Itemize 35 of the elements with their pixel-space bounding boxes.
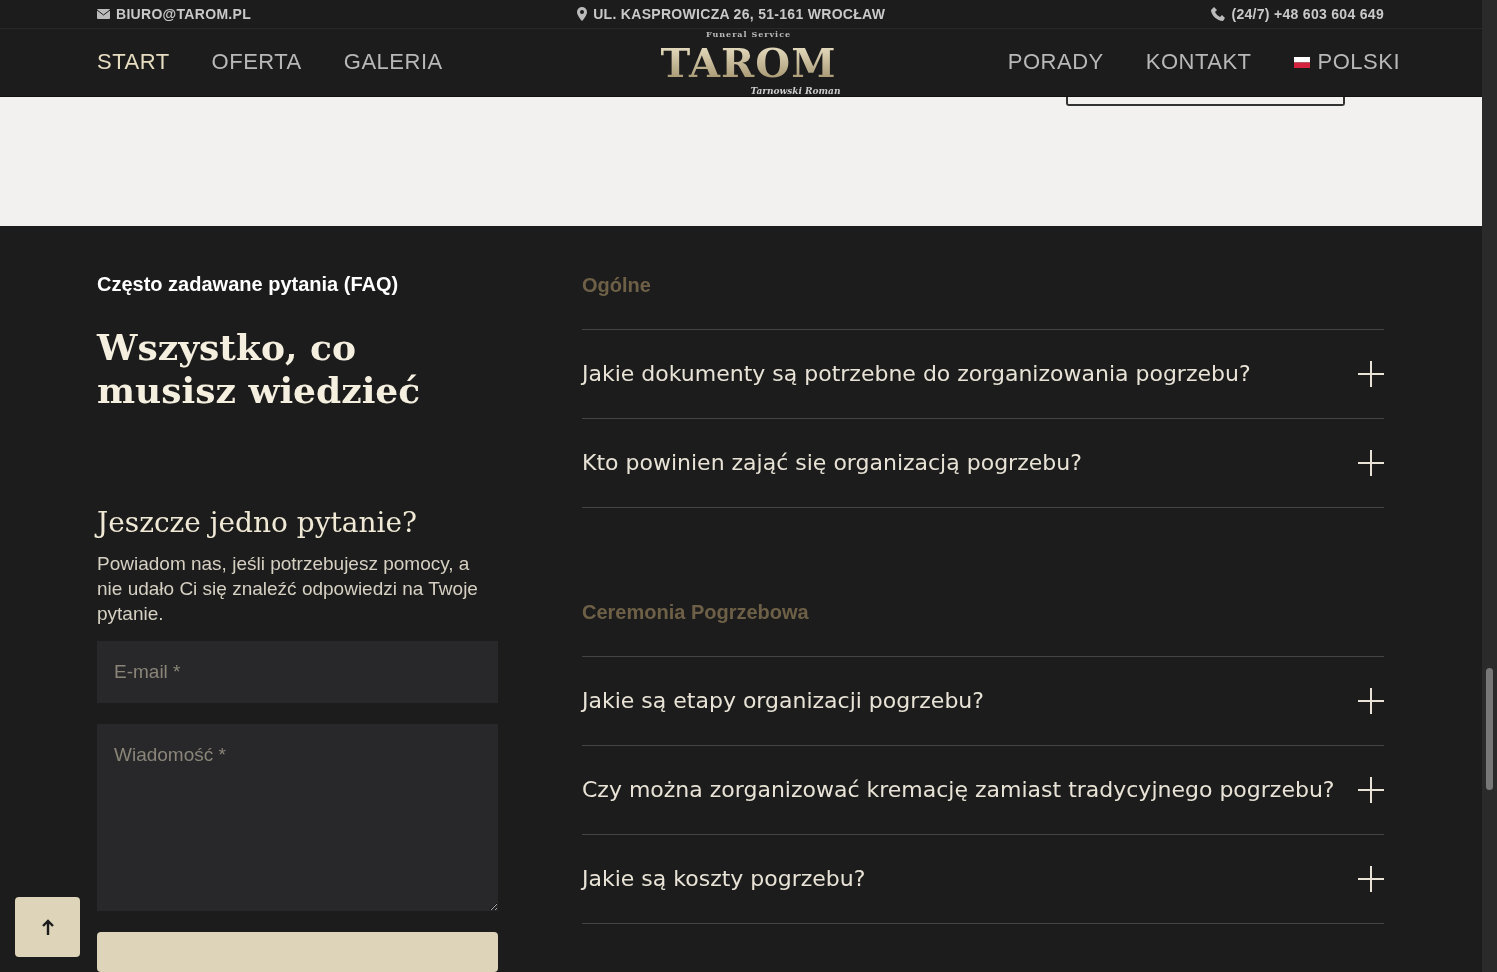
faq-question[interactable]: Czy można zorganizować kremację zamiast tradycyjnego pogrzebu? xyxy=(582,771,1338,809)
nav-link[interactable]: OFERTA xyxy=(211,49,302,76)
plus-icon[interactable] xyxy=(1358,866,1384,892)
faq-category-title: Ceremonia Pogrzebowa xyxy=(582,601,1384,657)
phone-icon xyxy=(1211,6,1226,21)
faq-question[interactable]: Jakie są etapy organizacji pogrzebu? xyxy=(582,682,1338,720)
plus-icon[interactable] xyxy=(1358,450,1384,476)
flag-icon xyxy=(1293,56,1310,68)
faq-question[interactable]: Kto powinien zająć się organizacją pogrzebu? xyxy=(582,444,1338,482)
message-field[interactable]: Wiadomość * xyxy=(97,724,498,911)
faq-question[interactable]: Jakie dokumenty są potrzebne do zorganizowania pogrzebu? xyxy=(582,355,1338,393)
logo-subtitle: Tarnowski Roman xyxy=(750,85,841,96)
nav-link[interactable]: KONTAKT xyxy=(1145,49,1252,76)
section-heading: Wszystko, co musisz wiedzieć xyxy=(97,326,422,412)
map-pin-icon xyxy=(577,6,588,21)
nav-link[interactable]: PORADY xyxy=(1007,49,1104,76)
email-link[interactable]: BIURO@TAROM.PL xyxy=(116,5,252,22)
address-text: UL. KASPROWICZA 26, 51-161 WROCŁAW xyxy=(593,5,886,22)
envelope-icon xyxy=(97,8,110,19)
nav-link[interactable]: START xyxy=(97,49,170,76)
plus-icon[interactable] xyxy=(1358,688,1384,714)
faq-question[interactable]: Jakie są koszty pogrzebu? xyxy=(582,860,1338,898)
logo-tagline: Funeral Service xyxy=(705,28,792,39)
language-link[interactable]: POLSKI xyxy=(1293,49,1400,76)
button-edge[interactable] xyxy=(1066,96,1345,106)
email-field[interactable]: E-mail * xyxy=(97,641,498,703)
faq-category-title: Ogólne xyxy=(582,274,1384,330)
scrollbar-thumb[interactable] xyxy=(1486,668,1493,790)
arrow-up-icon xyxy=(41,919,54,935)
nav-link[interactable]: GALERIA xyxy=(343,49,443,76)
plus-icon[interactable] xyxy=(1358,777,1384,803)
contact-text: Powiadom nas, jeśli potrzebujesz pomocy, a nie udało Ci się znaleźć odpowiedzi na Twoje pytanie. xyxy=(97,552,479,626)
plus-icon[interactable] xyxy=(1358,361,1384,387)
phone-link[interactable]: (24/7) +48 603 604 649 xyxy=(1231,5,1384,22)
section-eyebrow: Często zadawane pytania (FAQ) xyxy=(97,273,400,296)
